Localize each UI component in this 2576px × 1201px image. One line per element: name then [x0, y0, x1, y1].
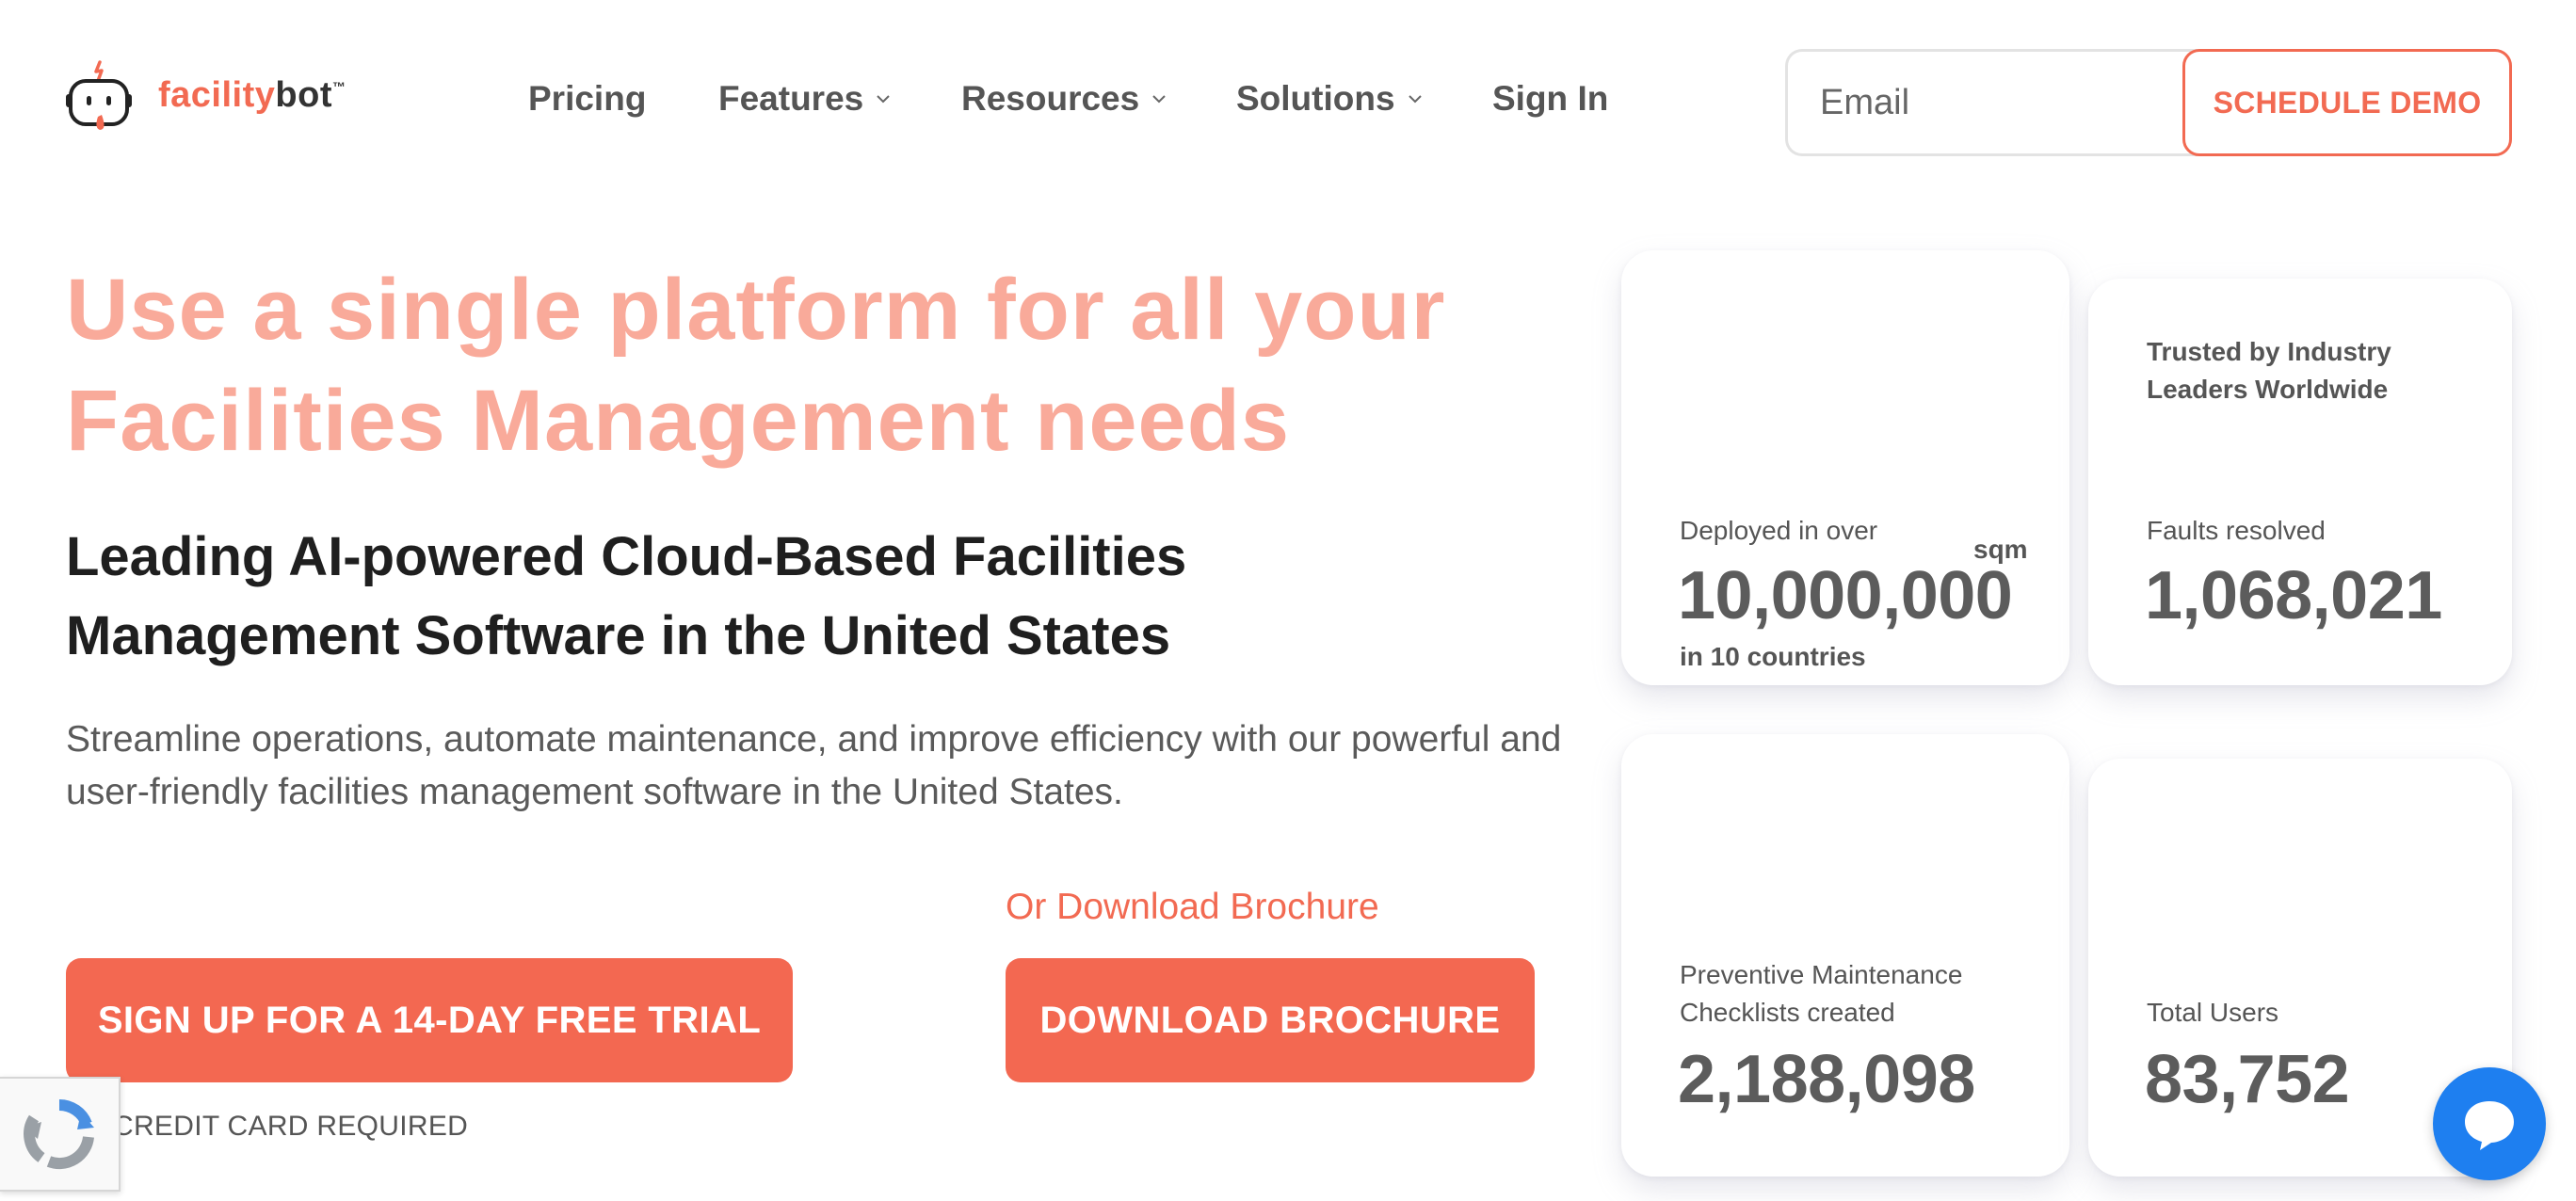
chevron-down-icon [1408, 95, 1422, 104]
brand-name-part1: facility [158, 74, 276, 115]
stat-card-faults: Trusted by Industry Leaders Worldwide Fa… [2088, 279, 2512, 685]
nav-item-label: Pricing [528, 79, 647, 118]
nav-item-label: Resources [961, 79, 1140, 118]
nav-item-pricing[interactable]: Pricing [528, 79, 646, 119]
trusted-heading: Trusted by Industry Leaders Worldwide [2147, 337, 2391, 404]
hero-subtitle: Leading AI-powered Cloud-Based Facilitie… [66, 526, 1187, 666]
nav-item-label: Solutions [1236, 79, 1395, 118]
schedule-demo-button[interactable]: SCHEDULE DEMO [2182, 49, 2512, 156]
stat-value: 1,068,021 [2145, 558, 2442, 633]
trademark-symbol: ™ [331, 78, 346, 94]
demo-signup-form: SCHEDULE DEMO [1785, 49, 2512, 156]
nav-item-label: Features [718, 79, 864, 118]
nav-item-resources[interactable]: Resources [961, 79, 1167, 119]
stat-label: Preventive Maintenance Checklists create… [1680, 960, 1963, 1027]
stat-label: Deployed in over [1680, 516, 1878, 545]
download-brochure-link[interactable]: Or Download Brochure [1006, 887, 1379, 928]
stat-label: Faults resolved [2147, 516, 2326, 545]
site-header: facilitybot™ Pricing Features Resources … [0, 0, 2576, 207]
brand-logo[interactable]: facilitybot™ [64, 58, 346, 132]
nav-item-solutions[interactable]: Solutions [1236, 79, 1424, 119]
stat-card-checklists: Preventive Maintenance Checklists create… [1621, 734, 2069, 1177]
nav-item-label: Sign In [1492, 79, 1609, 118]
download-brochure-button[interactable]: DOWNLOAD BROCHURE [1006, 958, 1535, 1082]
stat-value: 10,000,000 [1678, 558, 2013, 633]
recaptcha-icon [24, 1099, 94, 1170]
chat-bubble-icon [2465, 1101, 2514, 1150]
brand-name-part2: bot [275, 74, 332, 115]
chevron-down-icon [877, 95, 890, 104]
brand-wordmark: facilitybot™ [158, 75, 346, 116]
nav-item-features[interactable]: Features [718, 79, 892, 119]
stat-card-deployed: Deployed in over sqm 10,000,000 in 10 co… [1621, 250, 2069, 685]
robot-face-icon [66, 60, 132, 130]
hero-title: Use a single platform for all your Facil… [66, 262, 1446, 469]
email-input[interactable] [1785, 49, 2218, 156]
stat-value: 83,752 [2145, 1042, 2350, 1117]
no-credit-card-note: CREDIT CARD REQUIRED [113, 1111, 469, 1142]
free-trial-button[interactable]: SIGN UP FOR A 14-DAY FREE TRIAL [66, 958, 793, 1082]
stat-label: Total Users [2147, 998, 2279, 1027]
nav-item-sign-in[interactable]: Sign In [1492, 79, 1608, 119]
chevron-down-icon [1152, 95, 1166, 104]
hero-description: Streamline operations, automate maintena… [66, 719, 1562, 812]
stat-footnote: in 10 countries [1680, 642, 1866, 671]
chat-widget-button[interactable] [2433, 1067, 2546, 1180]
stat-value: 2,188,098 [1678, 1042, 1975, 1117]
recaptcha-badge[interactable] [0, 1077, 121, 1192]
